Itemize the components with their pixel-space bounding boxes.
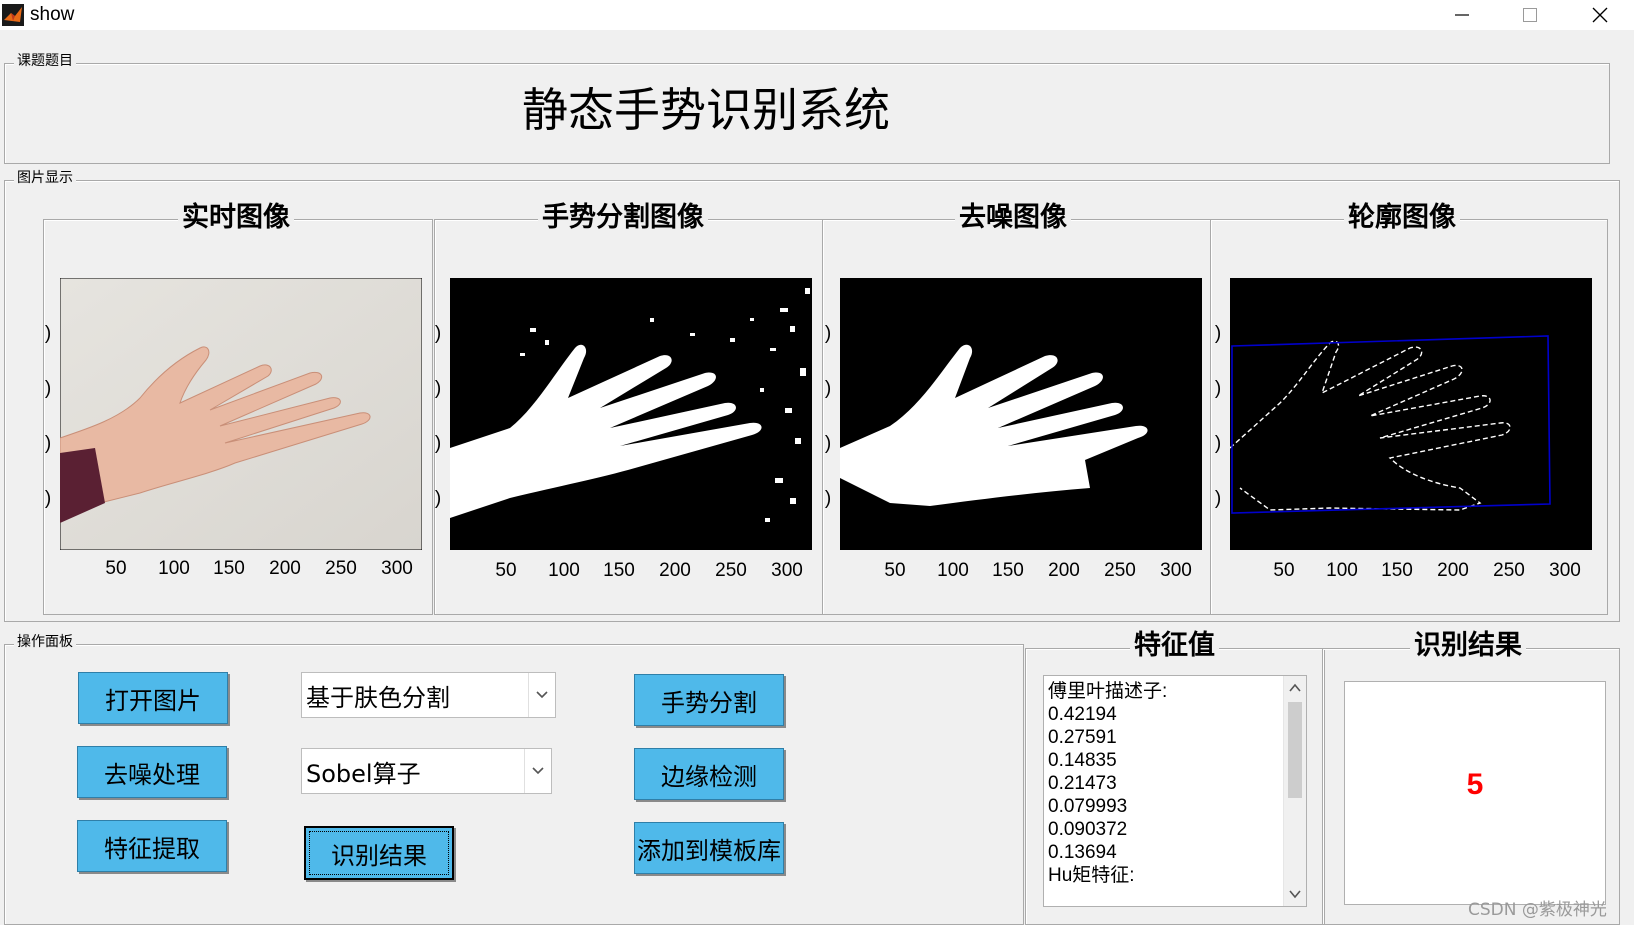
maximize-button[interactable] [1496, 0, 1564, 30]
chevron-down-icon[interactable] [524, 749, 551, 793]
feature-listbox[interactable]: 傅里叶描述子: 0.42194 0.27591 0.14835 0.21473 … [1043, 675, 1307, 907]
edge-operator-value: Sobel算子 [306, 759, 421, 788]
result-value: 5 [1466, 768, 1484, 801]
result-display: 5 [1344, 681, 1606, 905]
edge-detect-button[interactable]: 边缘检测 [634, 748, 784, 800]
minimize-icon [1455, 14, 1469, 16]
operation-panel-label: 操作面板 [14, 634, 76, 650]
app-title: 静态手势识别系统 [522, 83, 890, 137]
realtime-image-title: 实时图像 [178, 202, 294, 234]
close-icon [1592, 7, 1608, 23]
scroll-down-icon[interactable] [1284, 884, 1306, 904]
list-item: 傅里叶描述子: [1048, 681, 1168, 702]
list-item: 0.079993 [1048, 796, 1128, 817]
segmented-image-title: 手势分割图像 [538, 202, 708, 234]
denoised-image-axes [840, 278, 1202, 550]
close-button[interactable] [1566, 0, 1634, 30]
open-image-button[interactable]: 打开图片 [78, 672, 228, 724]
edge-operator-select[interactable]: Sobel算子 [301, 748, 552, 794]
list-item: 0.42194 [1048, 704, 1117, 725]
segmented-image-axes [450, 278, 812, 550]
list-item: 0.27591 [1048, 727, 1117, 748]
contour-image-axes [1230, 278, 1592, 550]
segment-button[interactable]: 手势分割 [634, 674, 784, 726]
maximize-icon [1523, 8, 1537, 22]
list-item: 0.21473 [1048, 773, 1117, 794]
contour-image-title: 轮廓图像 [1344, 202, 1460, 234]
feature-extract-button[interactable]: 特征提取 [77, 820, 227, 872]
scroll-up-icon[interactable] [1284, 678, 1306, 698]
segment-method-value: 基于肤色分割 [306, 683, 450, 712]
realtime-image-axes [60, 278, 422, 550]
matlab-logo-icon [2, 4, 24, 26]
feature-panel-title: 特征值 [1130, 630, 1219, 662]
list-item: Hu矩特征: [1048, 865, 1135, 886]
topic-panel-label: 课题题目 [14, 53, 76, 69]
list-item: 0.13694 [1048, 842, 1117, 863]
window-title: show [30, 4, 75, 25]
chevron-down-icon[interactable] [528, 673, 555, 717]
title-bar: show [0, 0, 1634, 30]
image-display-panel-label: 图片显示 [14, 170, 76, 186]
result-panel-title: 识别结果 [1410, 630, 1526, 662]
add-template-button[interactable]: 添加到模板库 [634, 822, 784, 874]
list-item: 0.090372 [1048, 819, 1128, 840]
minimize-button[interactable] [1428, 0, 1496, 30]
recognize-button[interactable]: 识别结果 [304, 826, 454, 880]
denoise-button[interactable]: 去噪处理 [77, 746, 227, 798]
feature-scrollbar[interactable] [1283, 676, 1306, 906]
denoised-image-title: 去噪图像 [955, 202, 1071, 234]
scrollbar-thumb[interactable] [1288, 702, 1302, 798]
list-item: 0.14835 [1048, 750, 1117, 771]
segment-method-select[interactable]: 基于肤色分割 [301, 672, 556, 718]
watermark: CSDN @紫极神光 [1468, 900, 1607, 920]
